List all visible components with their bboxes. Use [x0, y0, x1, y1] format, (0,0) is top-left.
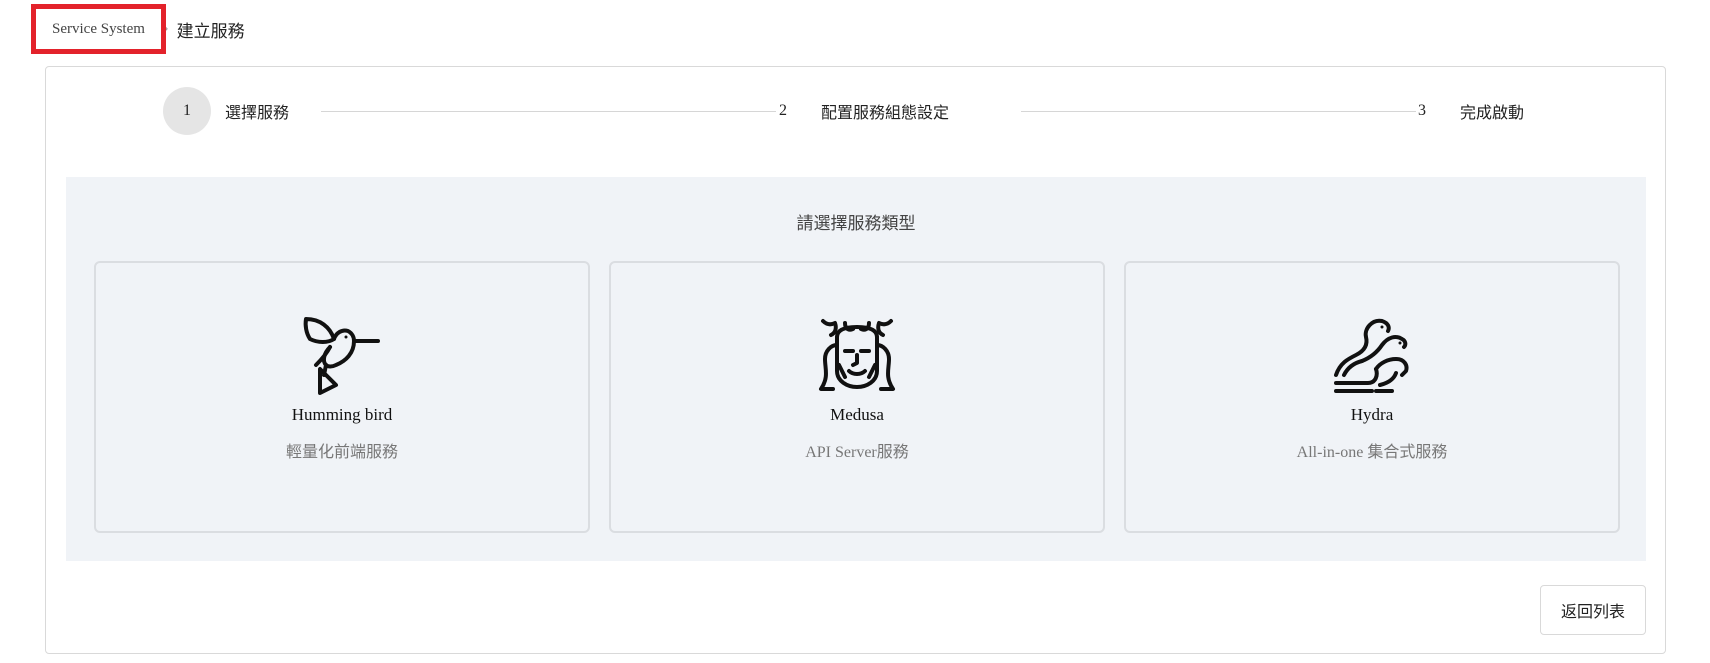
step-connector-2: [1021, 111, 1416, 112]
steps-indicator: 1 選擇服務 2 配置服務組態設定 3 完成啟動: [46, 67, 1665, 167]
service-type-panel: 請選擇服務類型 Humming bird 輕量化前端服務 Medusa API …: [66, 177, 1646, 561]
service-card-hummingbird[interactable]: Humming bird 輕量化前端服務: [94, 261, 590, 533]
breadcrumb-highlight-box: Service System: [31, 4, 166, 54]
step-2: 2 配置服務組態設定: [759, 87, 949, 135]
service-description: All-in-one 集合式服務: [1296, 444, 1448, 461]
step-2-label: 配置服務組態設定: [821, 103, 950, 122]
medusa-icon: [819, 319, 895, 391]
back-to-list-button[interactable]: 返回列表: [1540, 585, 1646, 635]
breadcrumb-root-link[interactable]: Service System: [52, 21, 145, 38]
service-description: 輕量化前端服務: [285, 444, 398, 461]
breadcrumb: Service System › 建立服務: [31, 4, 245, 54]
step-1-label: 選擇服務: [225, 103, 290, 122]
service-name: Humming bird: [291, 405, 393, 424]
step-3-number: 3: [1418, 102, 1426, 119]
service-name: Hydra: [1350, 405, 1394, 424]
step-1-number: 1: [163, 87, 211, 135]
create-service-card: 1 選擇服務 2 配置服務組態設定 3 完成啟動 請選擇服務類型 Humming…: [45, 66, 1666, 654]
breadcrumb-current: 建立服務: [176, 21, 245, 42]
step-2-number: 2: [779, 102, 787, 119]
step-connector-1: [321, 111, 776, 112]
hummingbird-icon: [303, 317, 380, 395]
hydra-icon: [1334, 318, 1409, 393]
step-3: 3 完成啟動: [1398, 87, 1524, 135]
step-1: 1 選擇服務: [163, 87, 289, 135]
service-card-hydra[interactable]: Hydra All-in-one 集合式服務: [1124, 261, 1620, 533]
step-3-label: 完成啟動: [1460, 103, 1525, 122]
service-description: API Server服務: [805, 444, 909, 461]
service-card-medusa[interactable]: Medusa API Server服務: [609, 261, 1105, 533]
service-name: Medusa: [830, 405, 884, 424]
panel-title: 請選擇服務類型: [796, 214, 916, 234]
